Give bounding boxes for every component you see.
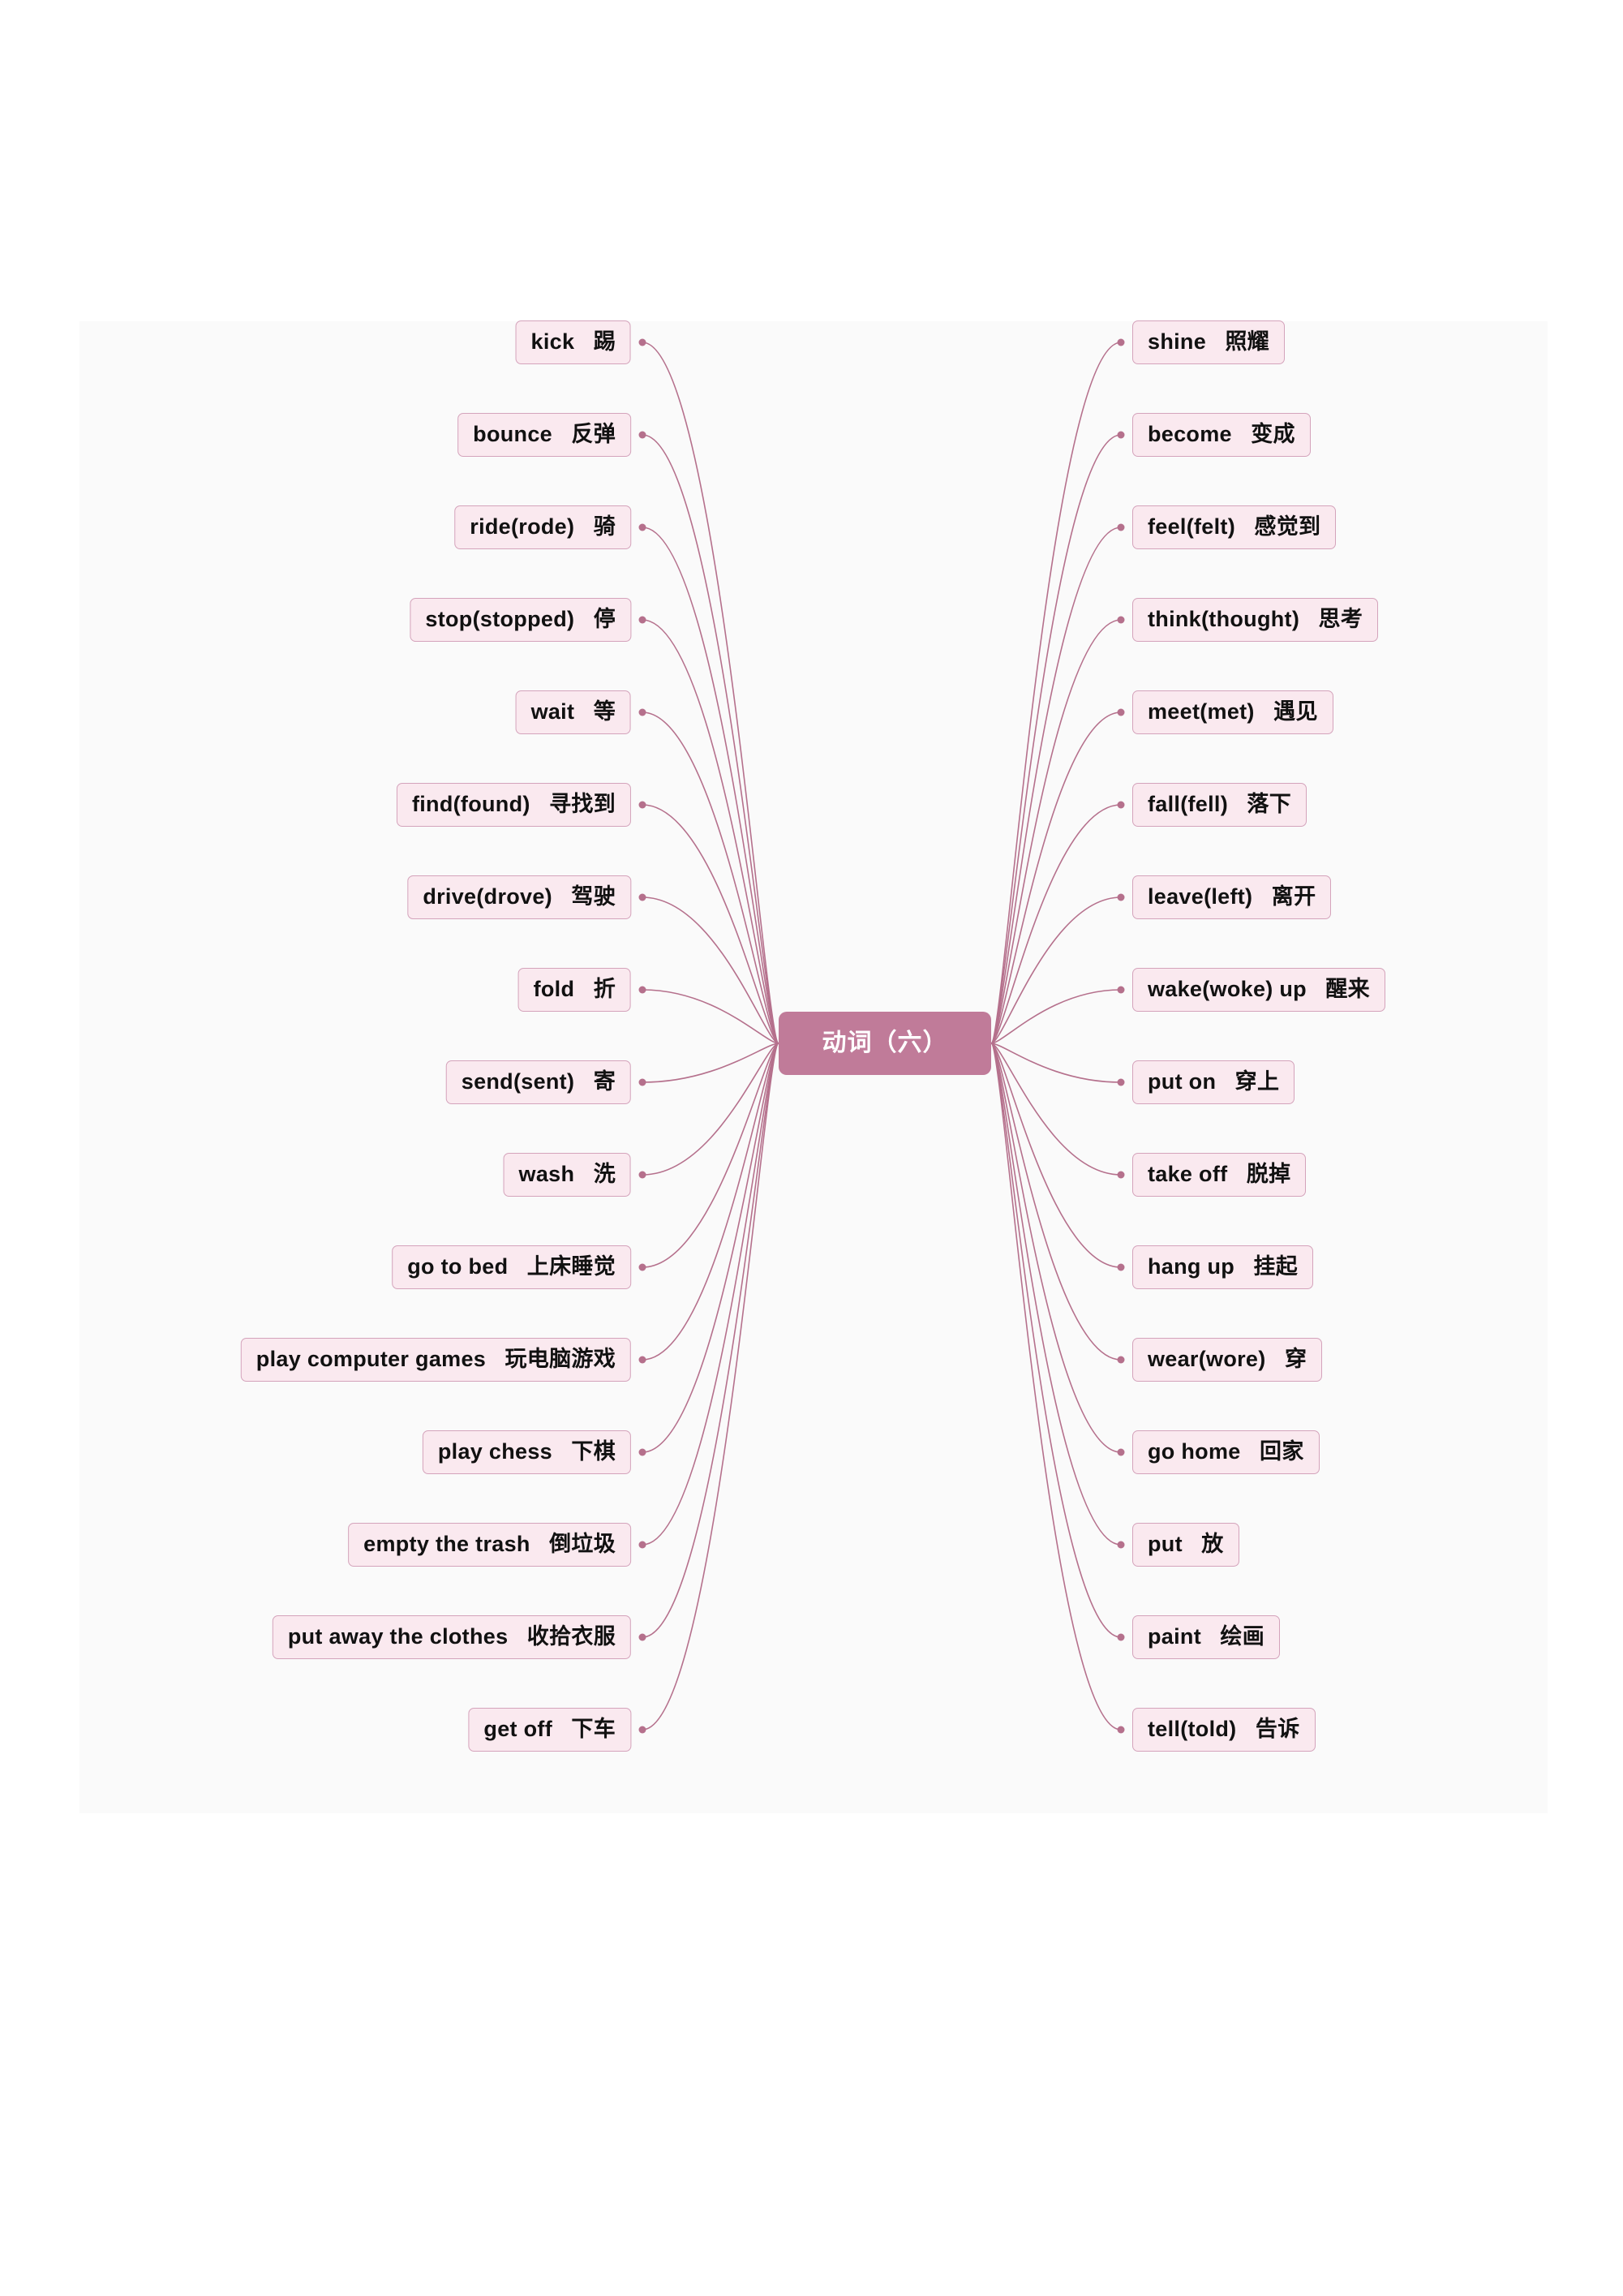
branch-chinese: 告诉: [1255, 1717, 1300, 1741]
branch-node-right-6[interactable]: leave(left) 离开: [1132, 875, 1332, 919]
branch-english: wake(woke) up: [1148, 977, 1307, 1001]
branch-chinese: 穿上: [1234, 1069, 1280, 1094]
branch-chinese: 感觉到: [1254, 514, 1321, 539]
branch-english: think(thought): [1148, 607, 1300, 631]
branch-chinese: 照耀: [1225, 329, 1270, 354]
branch-english: empty the trash: [363, 1532, 530, 1556]
branch-node-right-14[interactable]: paint 绘画: [1132, 1615, 1281, 1659]
central-topic-node[interactable]: 动词（六）: [779, 1012, 991, 1075]
branch-node-right-3[interactable]: think(thought) 思考: [1132, 598, 1379, 642]
branch-node-right-13[interactable]: put 放: [1132, 1523, 1239, 1567]
branch-english: tell(told): [1148, 1717, 1237, 1741]
branch-node-left-3[interactable]: stop(stopped) 停: [410, 598, 631, 642]
branch-english: leave(left): [1148, 884, 1253, 909]
branch-node-right-15[interactable]: tell(told) 告诉: [1132, 1708, 1316, 1752]
branch-node-left-11[interactable]: play computer games 玩电脑游戏: [240, 1338, 631, 1382]
branch-english: play computer games: [255, 1347, 487, 1371]
branch-chinese: 寄: [593, 1069, 616, 1094]
branch-chinese: 绘画: [1220, 1624, 1265, 1649]
branch-english: drive(drove): [423, 884, 552, 909]
branch-chinese: 醒来: [1325, 977, 1370, 1001]
branch-chinese: 驾驶: [571, 884, 616, 909]
branch-chinese: 上床睡觉: [526, 1254, 616, 1279]
branch-node-left-9[interactable]: wash 洗: [503, 1153, 631, 1197]
branch-chinese: 踢: [593, 329, 616, 354]
branch-chinese: 骑: [593, 514, 616, 539]
branch-node-right-8[interactable]: put on 穿上: [1132, 1060, 1295, 1104]
branch-chinese: 下车: [571, 1717, 616, 1741]
branch-chinese: 停: [593, 607, 616, 631]
branch-node-right-7[interactable]: wake(woke) up 醒来: [1132, 968, 1385, 1012]
branch-english: wash: [518, 1162, 575, 1186]
branch-english: go to bed: [407, 1254, 509, 1279]
branch-english: meet(met): [1148, 699, 1255, 724]
branch-node-right-9[interactable]: take off 脱掉: [1132, 1153, 1307, 1197]
branch-english: wait: [530, 699, 575, 724]
branch-chinese: 下棋: [571, 1439, 616, 1464]
branch-node-right-5[interactable]: fall(fell) 落下: [1132, 783, 1307, 827]
branch-node-right-11[interactable]: wear(wore) 穿: [1132, 1338, 1323, 1382]
branch-chinese: 变成: [1251, 422, 1295, 446]
branch-chinese: 放: [1201, 1532, 1224, 1556]
branch-node-left-4[interactable]: wait 等: [515, 690, 631, 734]
branch-node-left-0[interactable]: kick 踢: [515, 320, 631, 364]
branch-english: put on: [1148, 1069, 1217, 1094]
branch-node-left-10[interactable]: go to bed 上床睡觉: [392, 1245, 631, 1289]
branch-english: hang up: [1148, 1254, 1235, 1279]
branch-english: kick: [530, 329, 575, 354]
branch-node-right-1[interactable]: become 变成: [1132, 413, 1311, 457]
branch-english: become: [1148, 422, 1232, 446]
branch-english: wear(wore): [1148, 1347, 1266, 1371]
branch-node-right-0[interactable]: shine 照耀: [1132, 320, 1286, 364]
branch-node-left-1[interactable]: bounce 反弹: [457, 413, 631, 457]
branch-node-right-4[interactable]: meet(met) 遇见: [1132, 690, 1333, 734]
branch-english: find(found): [411, 792, 530, 816]
branch-english: shine: [1148, 329, 1207, 354]
branch-english: put: [1148, 1532, 1183, 1556]
branch-english: go home: [1148, 1439, 1241, 1464]
branch-chinese: 反弹: [571, 422, 616, 446]
branch-node-right-12[interactable]: go home 回家: [1132, 1430, 1320, 1474]
branch-chinese: 收拾衣服: [526, 1624, 616, 1649]
branch-chinese: 回家: [1260, 1439, 1304, 1464]
branch-node-left-15[interactable]: get off 下车: [468, 1708, 631, 1752]
branch-english: fall(fell): [1148, 792, 1229, 816]
mindmap-canvas: kick 踢 bounce 反弹 ride(rode) 骑 stop(stopped)…: [79, 320, 1548, 1813]
branch-english: send(sent): [461, 1069, 575, 1094]
branch-english: get off: [483, 1717, 552, 1741]
branch-chinese: 落下: [1247, 792, 1292, 816]
branch-chinese: 玩电脑游戏: [505, 1347, 616, 1371]
branch-english: stop(stopped): [425, 607, 575, 631]
branch-english: play chess: [437, 1439, 552, 1464]
branch-chinese: 穿: [1284, 1347, 1307, 1371]
branch-english: fold: [533, 977, 575, 1001]
branch-chinese: 挂起: [1253, 1254, 1299, 1279]
branch-node-left-6[interactable]: drive(drove) 驾驶: [407, 875, 631, 919]
branch-chinese: 倒垃圾: [549, 1532, 616, 1556]
branch-english: feel(felt): [1148, 514, 1236, 539]
branch-node-left-2[interactable]: ride(rode) 骑: [454, 505, 631, 549]
branch-chinese: 洗: [593, 1162, 616, 1186]
branch-node-left-12[interactable]: play chess 下棋: [422, 1430, 631, 1474]
branch-node-right-10[interactable]: hang up 挂起: [1132, 1245, 1314, 1289]
branch-node-left-13[interactable]: empty the trash 倒垃圾: [348, 1523, 631, 1567]
branch-english: bounce: [473, 422, 552, 446]
branch-node-left-14[interactable]: put away the clothes 收拾衣服: [272, 1615, 631, 1659]
branch-node-left-7[interactable]: fold 折: [517, 968, 631, 1012]
branch-english: ride(rode): [470, 514, 575, 539]
branch-english: paint: [1148, 1624, 1201, 1649]
branch-node-right-2[interactable]: feel(felt) 感觉到: [1132, 505, 1337, 549]
branch-english: put away the clothes: [287, 1624, 509, 1649]
branch-chinese: 折: [593, 977, 616, 1001]
branch-chinese: 遇见: [1273, 699, 1318, 724]
branch-english: take off: [1148, 1162, 1228, 1186]
branch-node-left-8[interactable]: send(sent) 寄: [445, 1060, 631, 1104]
branch-node-left-5[interactable]: find(found) 寻找到: [396, 783, 631, 827]
branch-chinese: 等: [593, 699, 616, 724]
branch-chinese: 离开: [1271, 884, 1316, 909]
branch-chinese: 脱掉: [1246, 1162, 1291, 1186]
branch-chinese: 寻找到: [549, 792, 616, 816]
branch-chinese: 思考: [1318, 607, 1363, 631]
